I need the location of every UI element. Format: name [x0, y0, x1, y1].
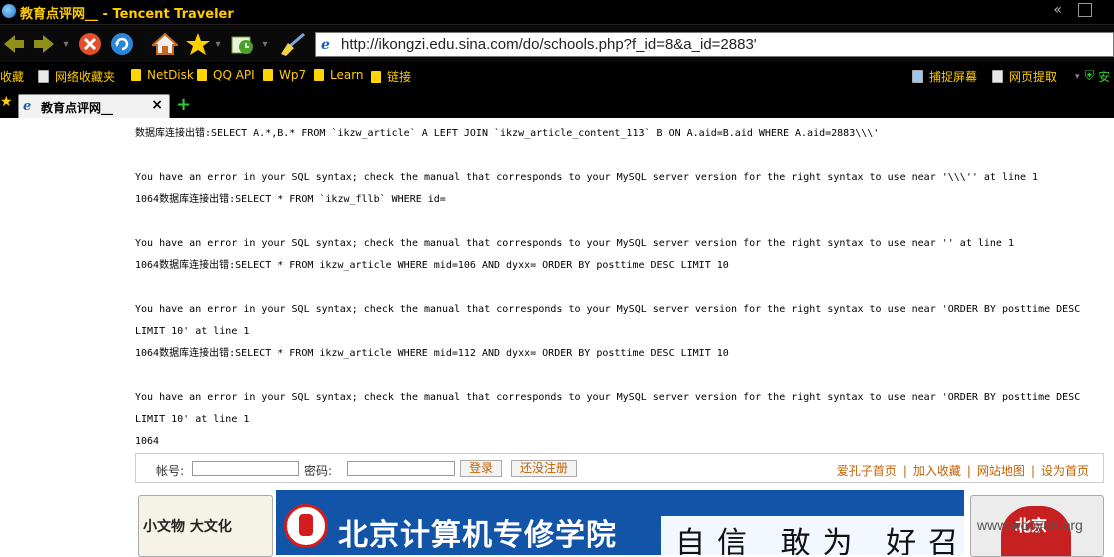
tab-education-review[interactable]: e 教育点评网__ ×	[18, 94, 170, 118]
favorite-label: 网页提取	[1009, 70, 1058, 84]
banner-left-text: 小文物 大文化	[143, 519, 232, 535]
screen-capture-button[interactable]: 捕捉屏幕	[912, 68, 977, 85]
new-tab-plus-icon[interactable]: +	[176, 94, 191, 115]
history-dropdown-icon[interactable]: ▾	[259, 31, 271, 57]
favorite-label: NetDisk	[147, 68, 194, 82]
history-button[interactable]	[230, 31, 256, 57]
login-bar: 帐号: 密码: 登录 还没注册 爱孔子首页 | 加入收藏 | 网站地图 | 设为首页	[135, 453, 1104, 483]
favorite-item-qqapi[interactable]: QQ API	[197, 68, 255, 82]
school-logo-icon	[284, 504, 328, 548]
favorite-item-wp7[interactable]: Wp7	[263, 68, 306, 82]
window-titlebar: 教育点评网__ - Tencent Traveler «	[0, 0, 1114, 24]
page-extract-button[interactable]: 网页提取	[992, 68, 1057, 85]
close-icon[interactable]: ×	[151, 97, 163, 113]
folder-icon	[131, 69, 141, 81]
broom-icon	[281, 32, 305, 56]
login-button[interactable]: 登录	[460, 460, 503, 477]
screenshot-icon	[912, 70, 923, 83]
account-input[interactable]	[192, 461, 299, 476]
folder-icon	[371, 70, 381, 83]
back-arrow-icon	[4, 35, 24, 53]
forward-button[interactable]	[32, 31, 56, 57]
banner-main-title: 北京计算机专修学院	[338, 518, 617, 553]
favorite-item-shoucang[interactable]: 收藏	[0, 68, 24, 85]
favorite-label: 网络收藏夹	[55, 70, 116, 84]
site-links: 爱孔子首页 | 加入收藏 | 网站地图 | 设为首页	[837, 462, 1089, 479]
star-icon[interactable]: ★	[0, 94, 13, 110]
stop-button[interactable]	[78, 31, 102, 57]
back-button[interactable]	[2, 31, 26, 57]
favorite-label: 捕捉屏幕	[929, 70, 978, 84]
favorite-item-learn[interactable]: Learn	[314, 68, 364, 82]
banner-left[interactable]: 小文物 大文化	[138, 495, 273, 557]
favorite-item-network[interactable]: 网络收藏夹	[38, 68, 115, 85]
address-url[interactable]: http://ikongzi.edu.sina.com/do/schools.p…	[341, 36, 757, 53]
refresh-icon	[111, 33, 133, 55]
home-icon	[152, 32, 178, 55]
favorite-item-links[interactable]: 链接	[371, 68, 411, 85]
banner-slogan-box: 自信 敢为 好召	[661, 516, 964, 555]
favorite-label: Learn	[330, 68, 364, 82]
ie-page-icon: e	[321, 36, 330, 53]
collapse-chevrons-icon[interactable]: «	[1053, 2, 1062, 18]
favorite-label: 链接	[387, 70, 412, 84]
history-icon	[231, 36, 253, 54]
register-button[interactable]: 还没注册	[511, 460, 578, 477]
link-home[interactable]: 爱孔子首页	[837, 464, 897, 478]
tab-label: 教育点评网__	[41, 101, 114, 115]
forward-dropdown-icon[interactable]: ▾	[60, 31, 72, 57]
refresh-button[interactable]	[110, 31, 134, 57]
favorites-dropdown-icon[interactable]: ▾	[212, 31, 224, 57]
link-add-favorite[interactable]: 加入收藏	[913, 464, 961, 478]
folder-icon	[314, 69, 324, 81]
tab-bar: ★ e 教育点评网__ ×	[0, 90, 1114, 118]
page-content: 数据库连接出错:SELECT A.*,B.* FROM `ikzw_articl…	[0, 118, 1114, 557]
window-title: 教育点评网__ - Tencent Traveler	[20, 7, 234, 22]
sql-error-messages: 数据库连接出错:SELECT A.*,B.* FROM `ikzw_articl…	[135, 128, 1081, 447]
folder-icon	[263, 69, 273, 81]
chevron-down-icon: ▾	[1075, 71, 1080, 82]
banner-main[interactable]: 北京计算机专修学院 自信 敢为 好召	[276, 490, 964, 555]
favorites-bar: 收藏 网络收藏夹 NetDisk QQ API Wp7 Learn 链接 捕捉屏…	[0, 62, 1114, 90]
navigation-toolbar: ▾ ▾ ▾ e http://ikongzi.edu.sina.com/do/s…	[0, 24, 1114, 63]
password-label: 密码:	[304, 464, 333, 478]
extract-icon	[992, 70, 1003, 83]
security-button[interactable]: ▾ ⛨ 安	[1075, 68, 1110, 85]
favorite-label: Wp7	[279, 68, 307, 82]
watermark: www.wooyun.org	[977, 517, 1083, 533]
favorite-item-netdisk[interactable]: NetDisk	[131, 68, 194, 82]
address-bar[interactable]: e http://ikongzi.edu.sina.com/do/schools…	[315, 32, 1114, 57]
divider: |	[902, 464, 907, 478]
divider: |	[1030, 464, 1035, 478]
password-input[interactable]	[347, 461, 455, 476]
clean-button[interactable]	[278, 31, 306, 57]
link-sitemap[interactable]: 网站地图	[977, 464, 1025, 478]
shield-icon: ⛨	[1084, 69, 1095, 84]
forward-arrow-icon	[34, 35, 54, 53]
favorite-label: 收藏	[0, 70, 25, 84]
stop-icon	[79, 33, 101, 55]
favorites-button[interactable]	[185, 31, 211, 57]
account-label: 帐号:	[156, 464, 185, 478]
link-set-homepage[interactable]: 设为首页	[1041, 464, 1089, 478]
favorite-label: QQ API	[213, 68, 255, 82]
favorite-label: 安	[1098, 70, 1111, 84]
page-icon	[38, 70, 49, 83]
star-icon	[186, 33, 210, 55]
folder-icon	[197, 69, 207, 81]
home-button[interactable]	[152, 31, 178, 57]
ie-page-icon: e	[23, 99, 32, 114]
divider: |	[966, 464, 971, 478]
window-restore-icon[interactable]	[1078, 3, 1092, 17]
browser-logo-icon	[2, 4, 16, 18]
